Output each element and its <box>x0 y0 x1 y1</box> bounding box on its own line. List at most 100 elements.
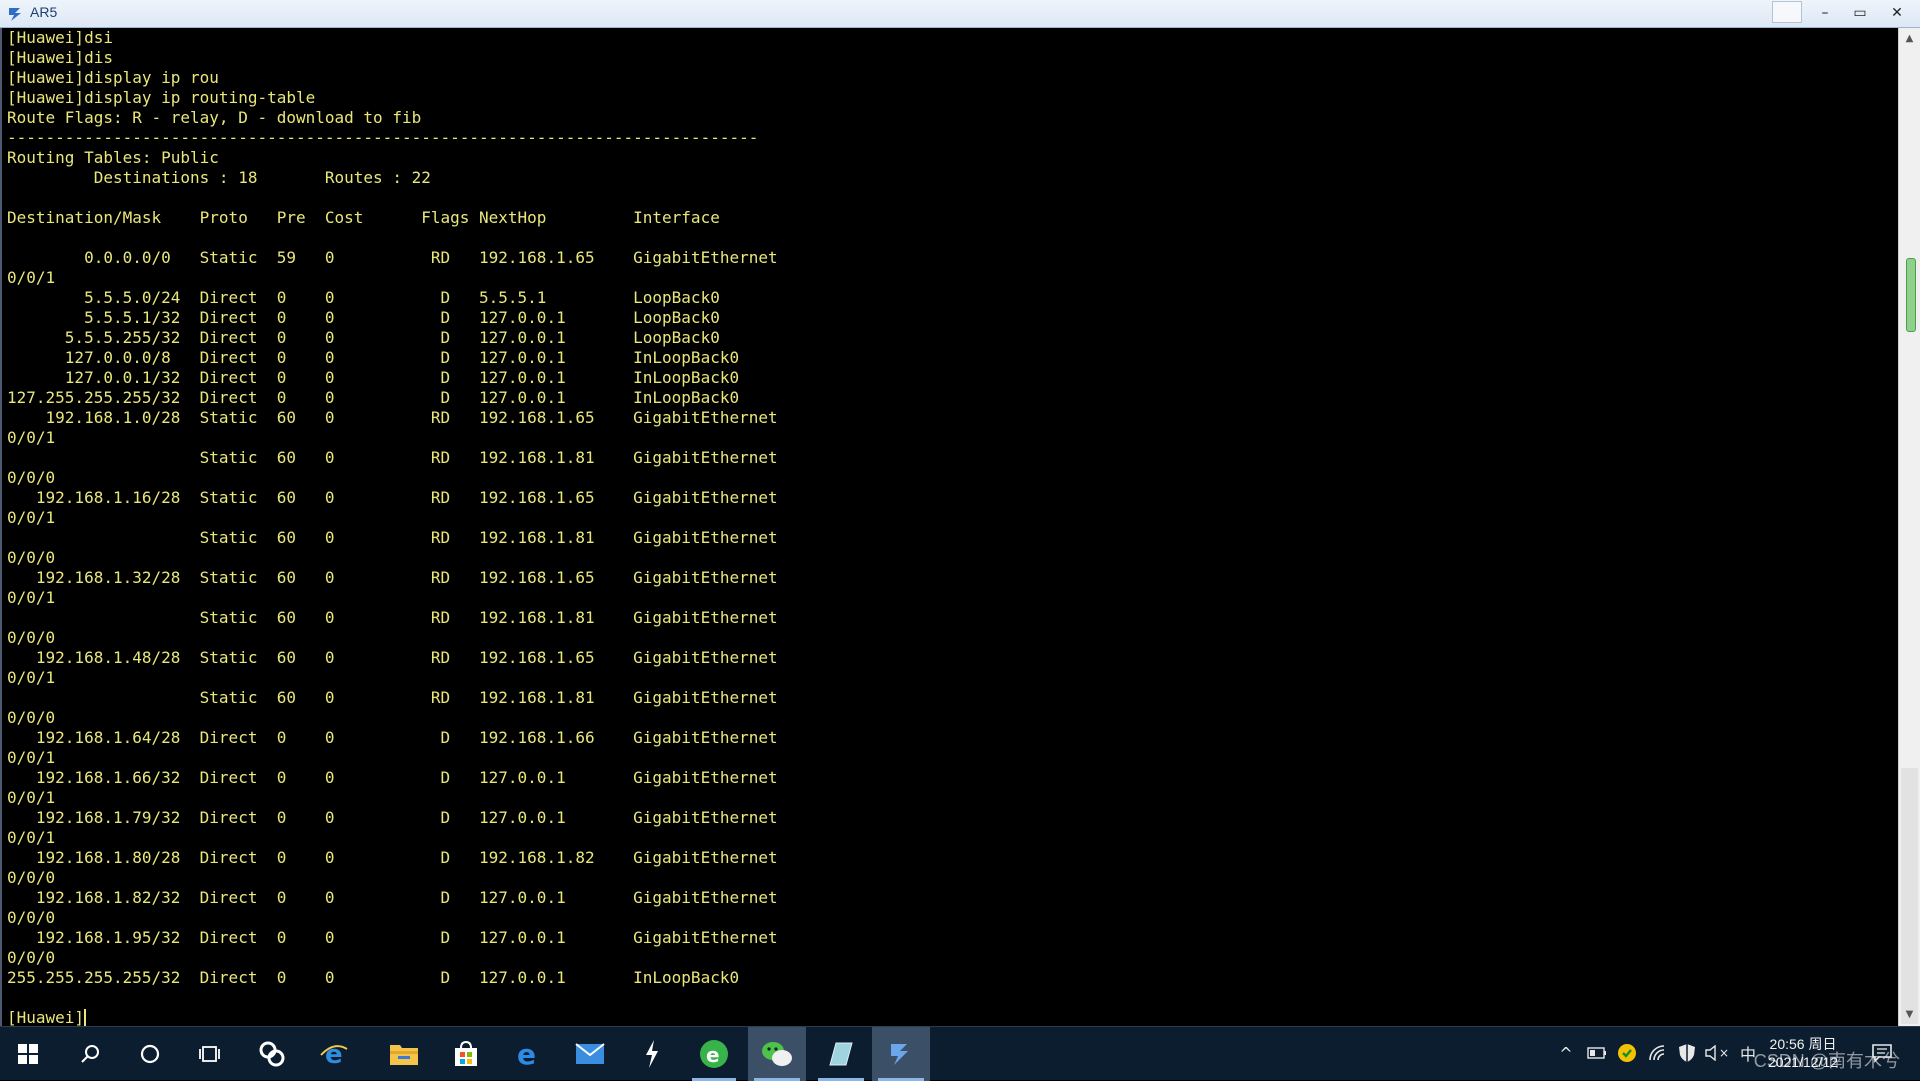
terminal-line: Destinations : 18 Routes : 22 <box>7 168 431 187</box>
mail-icon <box>575 1043 605 1064</box>
terminal-line: 192.168.1.79/32 Direct 0 0 D 127.0.0.1 G… <box>7 808 778 827</box>
scroll-thumb[interactable] <box>1906 258 1916 332</box>
ie-icon: e <box>320 1040 348 1069</box>
terminal-line: 192.168.1.64/28 Direct 0 0 D 192.168.1.6… <box>7 728 778 747</box>
security-tray-icon[interactable] <box>1616 1041 1638 1065</box>
terminal-line: 255.255.255.255/32 Direct 0 0 D 127.0.0.… <box>7 968 740 987</box>
task-view-icon <box>199 1046 220 1062</box>
terminal-line: 0/0/1 <box>7 788 56 807</box>
start-icon <box>18 1044 38 1064</box>
notes-app-icon <box>829 1042 853 1066</box>
ensp-app-icon <box>6 4 26 24</box>
terminal-line: [Huawei]display ip routing-table <box>7 88 316 107</box>
terminal-output[interactable]: [Huawei]dsi [Huawei]dis [Huawei]display ip… <box>0 28 1898 1026</box>
titlebar-extra-button[interactable] <box>1772 1 1802 23</box>
app-s-icon <box>259 1041 285 1067</box>
terminal-line: Static 60 0 RD 192.168.1.81 GigabitEther… <box>7 608 778 627</box>
scroll-up-arrow[interactable]: ▲ <box>1899 30 1920 48</box>
taskbar-browser-360[interactable]: e <box>686 1027 742 1081</box>
file-explorer-icon <box>390 1045 418 1065</box>
notification-center-button[interactable] <box>1868 1041 1896 1065</box>
terminal-line: Route Flags: R - relay, D - download to … <box>7 108 422 127</box>
terminal-line: 0/0/1 <box>7 588 56 607</box>
close-button[interactable]: ✕ <box>1880 2 1914 24</box>
terminal-line: 0/0/0 <box>7 908 56 927</box>
terminal-line: 0/0/0 <box>7 548 56 567</box>
terminal-line: Static 60 0 RD 192.168.1.81 GigabitEther… <box>7 528 778 547</box>
wifi-icon[interactable] <box>1646 1041 1670 1065</box>
terminal-line: 192.168.1.0/28 Static 60 0 RD 192.168.1.… <box>7 408 778 427</box>
taskbar-app-s[interactable] <box>244 1027 300 1081</box>
terminal-line: 192.168.1.66/32 Direct 0 0 D 127.0.0.1 G… <box>7 768 778 787</box>
show-hidden-icons-chevron[interactable]: ^ <box>1556 1041 1576 1065</box>
terminal-line: 192.168.1.80/28 Direct 0 0 D 192.168.1.8… <box>7 848 778 867</box>
scroll-track[interactable] <box>1901 768 1918 1024</box>
cortana-button[interactable] <box>122 1027 178 1081</box>
window-title: AR5 <box>30 4 58 20</box>
taskbar-lightning-app[interactable] <box>624 1027 680 1081</box>
terminal-line: 0/0/0 <box>7 948 56 967</box>
wechat-icon <box>762 1042 792 1066</box>
store-icon <box>455 1040 477 1066</box>
terminal-line: 192.168.1.48/28 Static 60 0 RD 192.168.1… <box>7 648 778 667</box>
search-icon <box>81 1045 99 1063</box>
terminal-line: 0/0/1 <box>7 828 56 847</box>
taskbar-edge[interactable]: e <box>500 1027 556 1081</box>
terminal-line: Static 60 0 RD 192.168.1.81 GigabitEther… <box>7 688 778 707</box>
taskbar-mail[interactable] <box>562 1027 618 1081</box>
terminal-line: 192.168.1.82/32 Direct 0 0 D 127.0.0.1 G… <box>7 888 778 907</box>
terminal-line: 0/0/0 <box>7 868 56 887</box>
svg-text:e: e <box>325 1040 343 1069</box>
taskbar-wechat[interactable] <box>748 1027 806 1081</box>
terminal-line: 0/0/1 <box>7 508 56 527</box>
taskbar-file-explorer[interactable] <box>376 1027 432 1081</box>
terminal-line: Routing Tables: Public <box>7 148 219 167</box>
terminal-line: Destination/Mask Proto Pre Cost Flags Ne… <box>7 208 720 227</box>
taskbar-ar5-terminal[interactable] <box>872 1027 930 1081</box>
terminal-line: 127.0.0.1/32 Direct 0 0 D 127.0.0.1 InLo… <box>7 368 740 387</box>
browser-360-icon: e <box>700 1040 728 1068</box>
text-cursor <box>84 1009 87 1026</box>
terminal-line: 0.0.0.0/0 Static 59 0 RD 192.168.1.65 Gi… <box>7 248 778 267</box>
terminal-line: 0/0/1 <box>7 748 56 767</box>
task-view-button[interactable] <box>182 1027 238 1081</box>
terminal-line: 192.168.1.95/32 Direct 0 0 D 127.0.0.1 G… <box>7 928 778 947</box>
terminal-line: 0/0/1 <box>7 428 56 447</box>
svg-text:e: e <box>517 1039 536 1069</box>
minimize-button[interactable]: – <box>1808 2 1842 24</box>
taskbar-notes-app[interactable] <box>812 1027 870 1081</box>
terminal-line: 192.168.1.16/28 Static 60 0 RD 192.168.1… <box>7 488 778 507</box>
restore-button[interactable]: ▭ <box>1843 2 1877 24</box>
ar5-terminal-icon <box>891 1044 908 1065</box>
terminal-line: 0/0/0 <box>7 628 56 647</box>
terminal-line: 0/0/0 <box>7 708 56 727</box>
lightning-app-icon <box>646 1040 658 1068</box>
terminal-line: 127.0.0.0/8 Direct 0 0 D 127.0.0.1 InLoo… <box>7 348 740 367</box>
defender-shield-icon[interactable] <box>1676 1041 1698 1065</box>
terminal-line: 5.5.5.1/32 Direct 0 0 D 127.0.0.1 LoopBa… <box>7 308 720 327</box>
svg-text:e: e <box>706 1043 720 1067</box>
terminal-line: 0/0/1 <box>7 268 56 287</box>
terminal-line: [Huawei]dis <box>7 48 113 67</box>
battery-icon[interactable] <box>1586 1041 1608 1065</box>
window-titlebar: AR5 – ▭ ✕ <box>0 0 1920 28</box>
volume-muted-icon[interactable]: × <box>1704 1041 1730 1065</box>
taskbar: e e e ^ × 中 20:56 周日 2021/12/12 CSDN @南有… <box>0 1026 1920 1081</box>
terminal-line: ----------------------------------------… <box>7 128 759 147</box>
terminal-line: 127.255.255.255/32 Direct 0 0 D 127.0.0.… <box>7 388 740 407</box>
terminal-line: [Huawei]display ip rou <box>7 68 219 87</box>
edge-icon: e <box>517 1039 536 1069</box>
taskbar-ie[interactable]: e <box>306 1027 362 1081</box>
mute-mark: × <box>1718 1046 1730 1060</box>
start-button[interactable] <box>0 1027 56 1081</box>
terminal-line: 0/0/1 <box>7 668 56 687</box>
taskbar-store[interactable] <box>438 1027 494 1081</box>
command-prompt: [Huawei] <box>7 1008 87 1026</box>
terminal-line: 5.5.5.255/32 Direct 0 0 D 127.0.0.1 Loop… <box>7 328 720 347</box>
terminal-line: 192.168.1.32/28 Static 60 0 RD 192.168.1… <box>7 568 778 587</box>
vertical-scrollbar[interactable]: ▲ ▼ <box>1898 28 1920 1026</box>
terminal-line: [Huawei]dsi <box>7 28 113 47</box>
scroll-down-arrow[interactable]: ▼ <box>1899 1006 1920 1024</box>
terminal-line: 0/0/0 <box>7 468 56 487</box>
search-button[interactable] <box>62 1027 118 1081</box>
